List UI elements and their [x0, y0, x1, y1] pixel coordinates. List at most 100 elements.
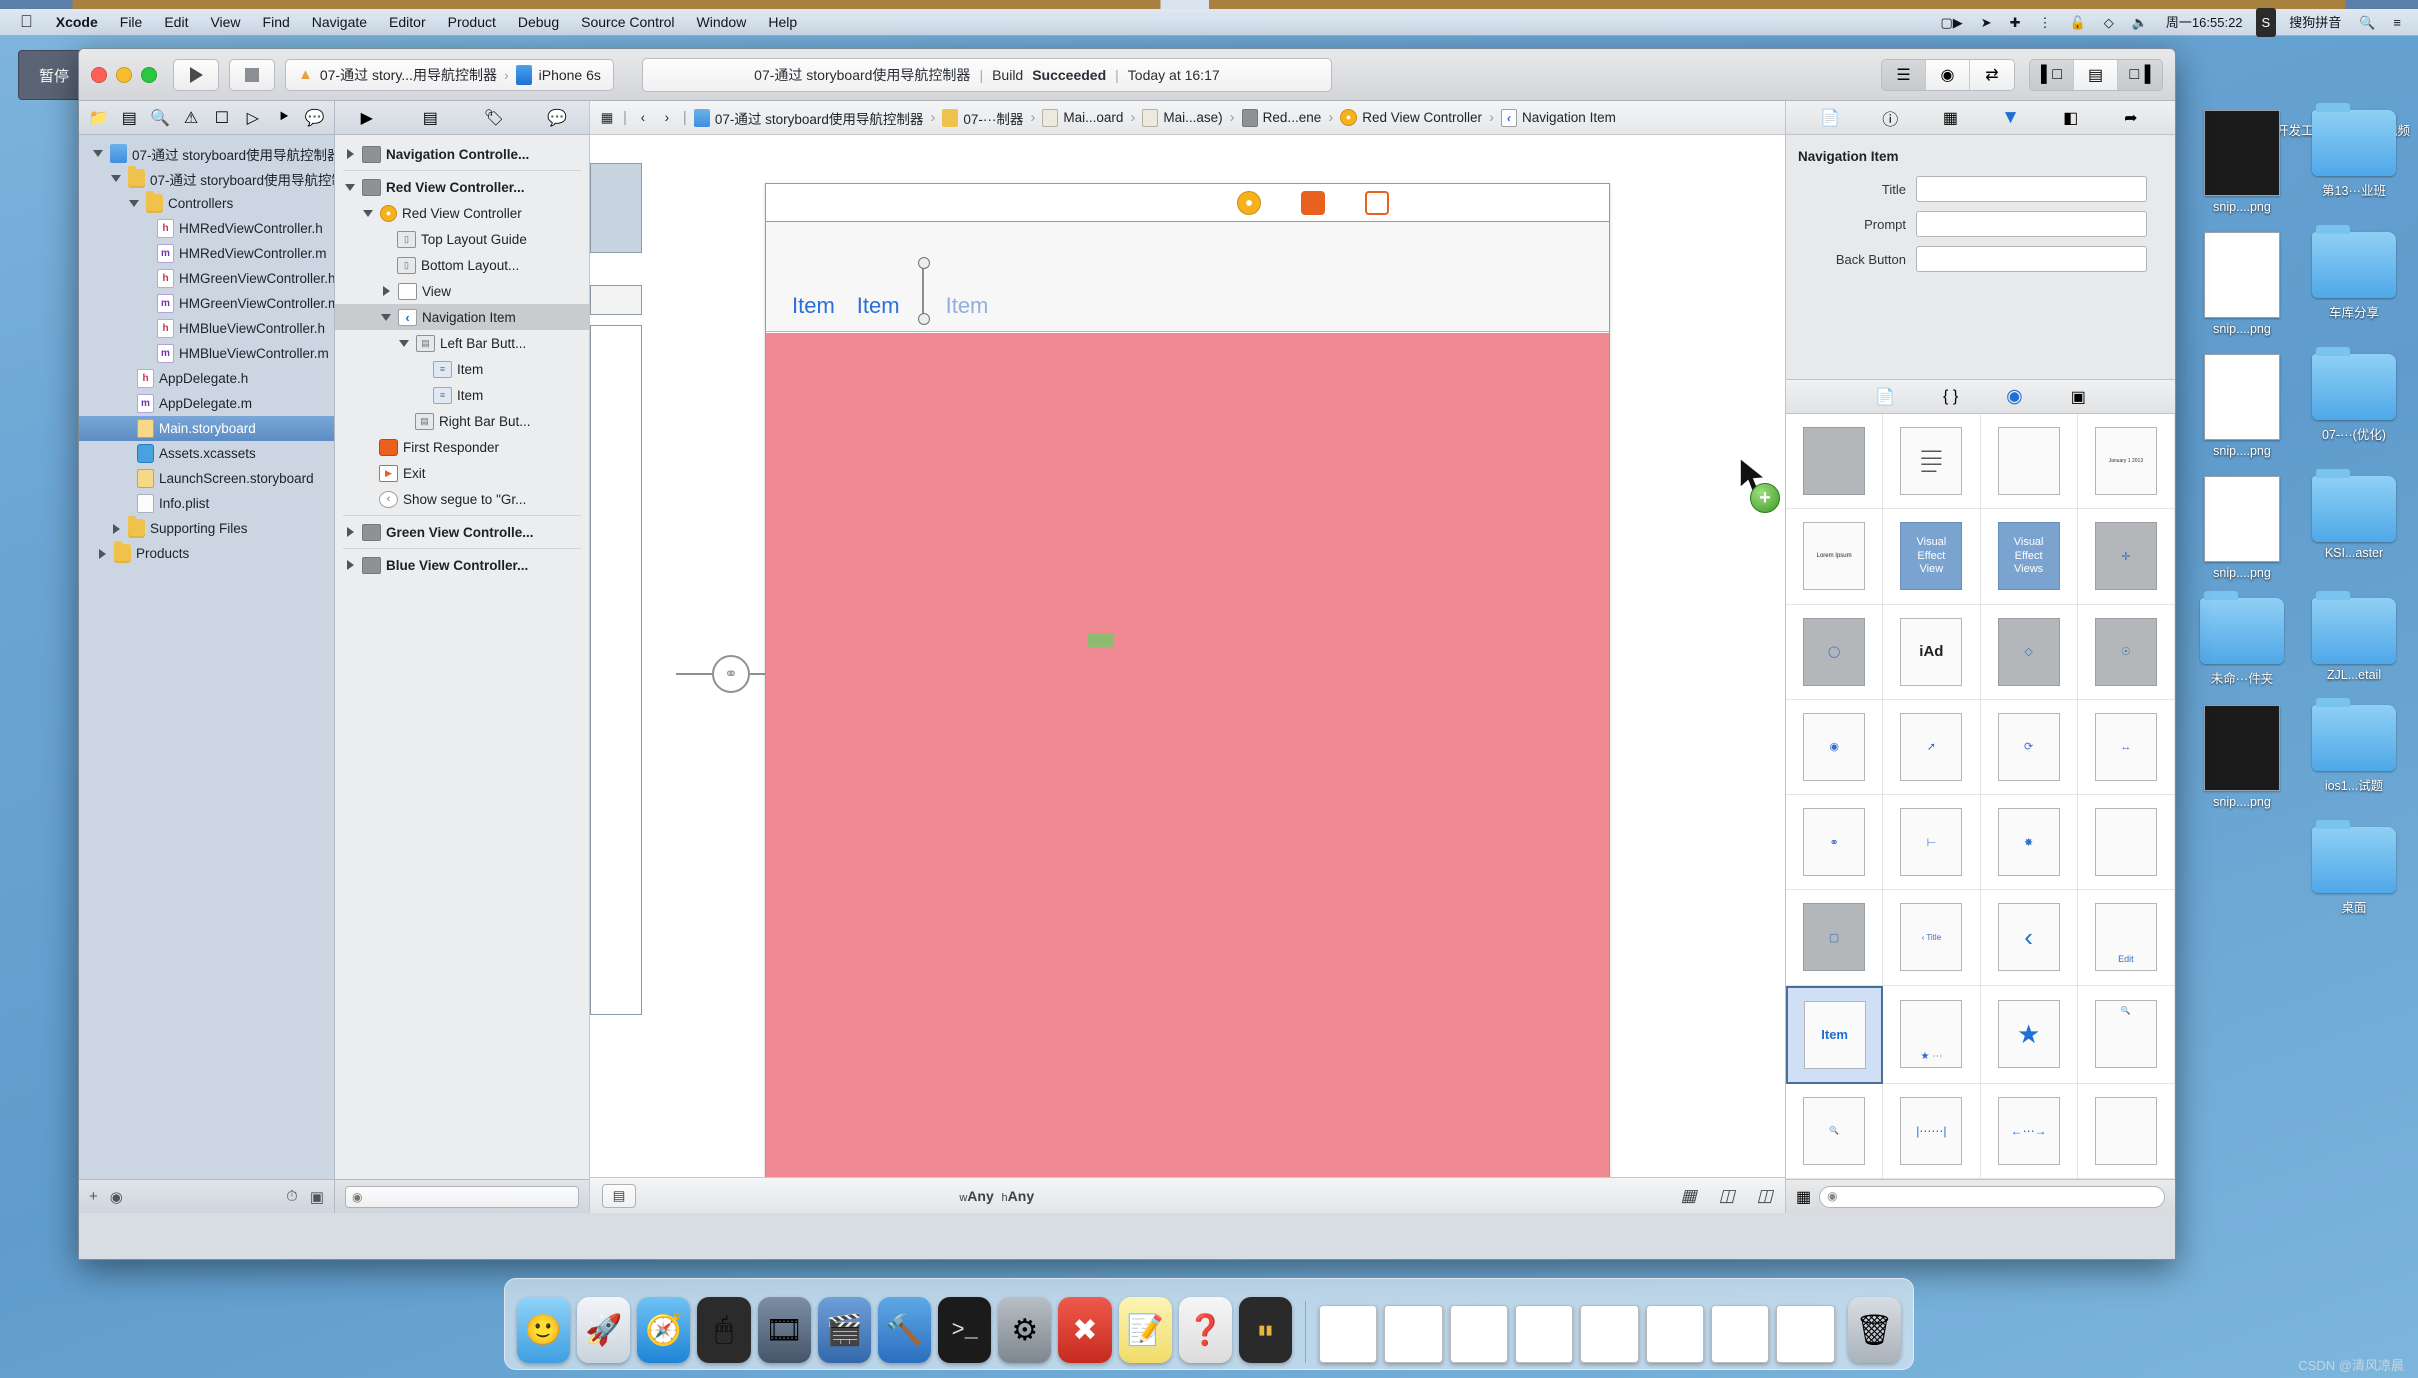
canvas-footer-bar[interactable]: ▤ wAny hAny ▦ ◫ ◫: [590, 1177, 1785, 1213]
zoom-button[interactable]: [141, 66, 157, 83]
search-icon[interactable]: 🔍: [2350, 9, 2384, 36]
label-icon[interactable]: 🏷: [462, 108, 526, 128]
navigator-tab-bar[interactable]: 📁 ▤ 🔍 ⚠ ☐ ▷ ⯈ 💬: [79, 101, 334, 135]
disclosure-triangle-icon[interactable]: [343, 149, 357, 159]
breadcrumb-base-locale[interactable]: Mai...ase): [1142, 108, 1223, 127]
outline-row-navigation-item[interactable]: ‹ Navigation Item: [335, 304, 589, 330]
exit-badge[interactable]: [1365, 190, 1389, 215]
library-item[interactable]: [1980, 414, 2078, 510]
tree-row-file[interactable]: m HMGreenViewController.m: [79, 291, 334, 316]
desktop-icon[interactable]: snip....png: [2190, 232, 2294, 336]
disclosure-triangle-icon[interactable]: [379, 313, 393, 321]
quickcursor-icon[interactable]: ❓: [1178, 1297, 1232, 1363]
quick-help-icon[interactable]: ⓘ: [1875, 106, 1905, 130]
size-inspector-icon[interactable]: ◧: [2056, 108, 2086, 128]
nav-bar-item-2[interactable]: Item: [857, 293, 900, 319]
menu-item-edit[interactable]: Edit: [153, 9, 199, 36]
media-library-icon[interactable]: ▣: [2071, 387, 2086, 407]
outline-row-blue-view-controller-scene[interactable]: Blue View Controller...: [335, 552, 589, 578]
file-inspector-icon[interactable]: 📄: [1815, 108, 1845, 128]
menu-item-navigate[interactable]: Navigate: [301, 9, 378, 36]
library-item[interactable]: ★: [1980, 985, 2078, 1084]
library-item[interactable]: 🔍: [2077, 985, 2175, 1084]
outline-row-right-bar-buttons[interactable]: ▤ Right Bar But...: [335, 408, 589, 434]
assistant-editor-icon[interactable]: ◉: [1926, 59, 1970, 90]
project-navigator-icon[interactable]: 📁: [83, 101, 114, 134]
disclosure-triangle-icon[interactable]: [91, 150, 105, 157]
constraints-icon[interactable]: ▦: [1681, 1186, 1697, 1206]
system-preferences-icon[interactable]: ⚙: [998, 1297, 1052, 1363]
outline-row-bar-button-item[interactable]: ≡ Item: [335, 356, 589, 382]
find-navigator-icon[interactable]: 🔍: [145, 101, 176, 134]
outline-row-bottom-layout-guide[interactable]: ▯ Bottom Layout...: [335, 252, 589, 278]
ime-label[interactable]: 搜狗拼音: [2280, 9, 2350, 36]
menu-item-find[interactable]: Find: [252, 9, 301, 36]
menu-item-product[interactable]: Product: [437, 9, 507, 36]
nav-bar-item-1[interactable]: Item: [792, 293, 835, 319]
source-control-icon[interactable]: ▣: [310, 1188, 324, 1206]
identity-inspector-icon[interactable]: ▦: [1935, 108, 1965, 128]
library-item[interactable]: ▢: [1786, 890, 1884, 986]
library-item[interactable]: [1786, 414, 1884, 510]
outline-filter-field[interactable]: ◉: [345, 1185, 579, 1208]
run-button[interactable]: [173, 58, 219, 91]
breadcrumb-scene[interactable]: Red...ene: [1241, 108, 1321, 127]
first-responder-badge[interactable]: [1301, 190, 1325, 215]
volume-icon[interactable]: 🔈: [2123, 9, 2157, 36]
ime-badge[interactable]: S: [2255, 8, 2277, 37]
disclosure-triangle-icon[interactable]: [343, 183, 357, 191]
macos-dock[interactable]: 🙂 🚀 🧭 🖱 🎞 🎬 🔨 >_ ⚙ ✖ 📝 ❓ ▮▮ 🗑: [504, 1278, 1914, 1370]
attributes-inspector-icon[interactable]: ▼: [1996, 107, 2026, 129]
comments-icon[interactable]: 💬: [526, 108, 590, 128]
library-item[interactable]: ✸: [1980, 795, 2078, 891]
disclosure-triangle-icon[interactable]: [109, 523, 123, 534]
library-item[interactable]: Visual Effect View: [1883, 509, 1981, 605]
outline-row-red-view-controller-scene[interactable]: Red View Controller...: [335, 174, 589, 200]
screen-record-icon[interactable]: ▢▶: [1931, 9, 1971, 36]
desktop-icon[interactable]: KSI...aster: [2302, 469, 2406, 580]
resolve-issues-icon[interactable]: ◫: [1757, 1186, 1773, 1206]
safari-icon[interactable]: 🧭: [637, 1297, 691, 1363]
issue-navigator-icon[interactable]: ⚠: [176, 101, 207, 134]
screen-recorder-icon[interactable]: 🎞: [757, 1297, 811, 1363]
table-icon[interactable]: ▤: [399, 108, 463, 128]
desktop-icon[interactable]: 07-···(优化): [2302, 347, 2406, 458]
library-item[interactable]: ‹: [1980, 890, 2078, 986]
library-item[interactable]: Edit: [2077, 890, 2175, 986]
library-item[interactable]: ★ ⋯: [1883, 985, 1981, 1084]
objects-icon[interactable]: ▶: [335, 108, 399, 128]
storyboard-canvas[interactable]: ⚭ Item Item Item +: [590, 135, 1785, 1177]
disclosure-triangle-icon[interactable]: [361, 209, 375, 217]
stop-button[interactable]: [229, 58, 275, 91]
tree-row-file[interactable]: m AppDelegate.m: [79, 391, 334, 416]
destination-name[interactable]: iPhone 6s: [539, 67, 601, 83]
library-item[interactable]: [2077, 795, 2175, 891]
jump-bar[interactable]: ▦ | ‹ › | 07-通过 storyboard使用导航控制器 › 07-·…: [590, 101, 1785, 135]
recent-files-icon[interactable]: ⏱: [286, 1188, 298, 1205]
outline-row-view[interactable]: View: [335, 278, 589, 304]
outline-row-exit[interactable]: ▶ Exit: [335, 460, 589, 486]
xmind-icon[interactable]: ✖: [1058, 1297, 1112, 1363]
version-editor-icon[interactable]: ⇄: [1970, 59, 2014, 90]
location-icon[interactable]: ➤: [1972, 9, 2001, 36]
nav-bar-item-dragging[interactable]: Item: [946, 293, 989, 319]
library-tab-bar[interactable]: 📄 { } ◉ ▣: [1786, 380, 2175, 414]
desktop-icon[interactable]: snip....png: [2190, 476, 2294, 580]
tree-row-file[interactable]: Assets.xcassets: [79, 441, 334, 466]
library-item[interactable]: |⋯⋯|: [1883, 1083, 1981, 1179]
library-item[interactable]: ⊢: [1883, 795, 1981, 891]
menu-item-debug[interactable]: Debug: [507, 9, 570, 36]
library-item[interactable]: 🔍: [1786, 1083, 1884, 1179]
macos-menu-bar[interactable]:  Xcode File Edit View Find Navigate Edi…: [0, 8, 2418, 37]
library-item[interactable]: ◉: [1786, 699, 1884, 795]
desktop-icon[interactable]: 车库分享: [2302, 225, 2406, 336]
quicktime-icon[interactable]: 🎬: [817, 1297, 871, 1363]
notes-icon[interactable]: 📝: [1118, 1297, 1172, 1363]
notification-center-icon[interactable]: ≡: [2384, 9, 2410, 36]
breadcrumb-project[interactable]: 07-通过 storyboard使用导航控制器: [693, 108, 923, 128]
test-navigator-icon[interactable]: ☐: [207, 101, 238, 134]
align-icon[interactable]: ◫: [1719, 1186, 1735, 1206]
menu-item-editor[interactable]: Editor: [378, 9, 437, 36]
window-traffic-lights[interactable]: [91, 66, 157, 83]
symbol-navigator-icon[interactable]: ▤: [114, 101, 145, 134]
